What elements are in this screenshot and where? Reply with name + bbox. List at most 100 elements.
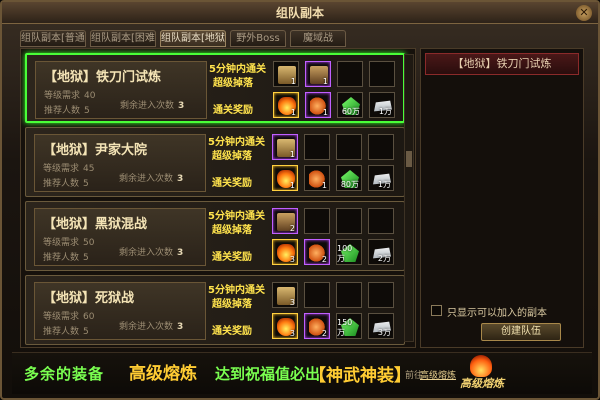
drop-slot-empty [368, 282, 394, 308]
level-label: 等级需求 [43, 164, 80, 174]
rec-label: 推荐人数 [43, 253, 80, 263]
recommended-players: 推荐人数 5 [43, 176, 89, 189]
clear-time-label: 5分钟内通关 [209, 64, 266, 75]
reward-label: 通关奖励 [213, 105, 253, 116]
reward-slot[interactable]: 1 [305, 92, 331, 118]
item-qty: 1 [289, 181, 295, 190]
reward-slot[interactable]: 3 [272, 239, 298, 265]
drop-slot[interactable]: 3 [272, 282, 298, 308]
item-qty: 60万 [341, 107, 360, 116]
tab-hell[interactable]: 组队副本[地狱] [160, 30, 226, 47]
item-qty: 2 [321, 329, 327, 338]
clear-time-label: 5分钟内通关 [208, 137, 265, 148]
drop-slot-empty [304, 134, 330, 160]
super-drop-label: 超级掉落 [212, 151, 252, 162]
tab-demon-war[interactable]: 魔域战 [290, 30, 346, 47]
item-qty: 2 [321, 255, 327, 264]
dungeon-row[interactable]: 【地狱】黑狱混战 等级需求 50 推荐人数 5 剩余进入次数 3 5分钟内通关 超级掉… [25, 201, 405, 271]
dungeon-name: 【地狱】尹家大院 [43, 143, 148, 158]
smelting-link[interactable]: 高级熔炼 [420, 368, 456, 381]
item-qty: 1万 [378, 107, 392, 116]
drop-slot[interactable]: 1 [305, 61, 331, 87]
level-value: 50 [83, 238, 95, 248]
reward-slot[interactable]: 1万 [369, 92, 395, 118]
remaining-entries: 剩余进入次数 3 [119, 245, 183, 258]
level-requirement: 等级需求 45 [43, 161, 94, 174]
remaining-entries: 剩余进入次数 3 [120, 98, 184, 111]
scrollbar-thumb[interactable] [406, 151, 412, 167]
dungeon-info: 【地狱】死狱战 等级需求 60 推荐人数 5 剩余进入次数 3 [34, 282, 206, 340]
tab-hard[interactable]: 组队副本[困难] [90, 30, 156, 47]
recommended-players: 推荐人数 5 [44, 103, 90, 116]
level-label: 等级需求 [43, 238, 80, 248]
level-requirement: 等级需求 50 [43, 235, 94, 248]
reward-slot[interactable]: 1 [272, 165, 298, 191]
banner-highlight-1: 高级熔炼 [129, 364, 197, 384]
reward-slot[interactable]: 100万 [336, 239, 362, 265]
reward-slot[interactable]: 3 [272, 313, 298, 339]
banner-highlight-2: 【神武神装】 [309, 366, 411, 386]
item-qty: 3 [289, 329, 295, 338]
remain-label: 剩余进入次数 [119, 174, 174, 184]
list-scrollbar[interactable] [404, 54, 414, 342]
level-value: 60 [83, 312, 95, 322]
dungeon-list: 【地狱】铁刀门试炼 等级需求 40 推荐人数 5 剩余进入次数 3 5分钟内通关 超级… [20, 48, 416, 348]
remaining-entries: 剩余进入次数 3 [119, 319, 183, 332]
tab-normal[interactable]: 组队副本[普通] [20, 30, 86, 47]
rec-value: 5 [83, 327, 89, 337]
rec-label: 推荐人数 [43, 327, 80, 337]
dungeon-name: 【地狱】死狱战 [43, 291, 135, 306]
item-qty: 1万 [377, 180, 391, 189]
rec-label: 推荐人数 [44, 106, 81, 116]
drop-slot-empty [336, 134, 362, 160]
flame-logo-icon [470, 355, 492, 377]
reward-slot[interactable]: 80万 [336, 165, 362, 191]
drop-slot-empty [368, 134, 394, 160]
team-panel: 【地狱】铁刀门试炼 只显示可以加入的副本 创建队伍 [420, 48, 584, 348]
reward-label: 通关奖励 [212, 252, 252, 263]
dungeon-name: 【地狱】铁刀门试炼 [44, 70, 162, 85]
rec-value: 5 [84, 106, 90, 116]
reward-slot[interactable]: 150万 [336, 313, 362, 339]
reward-slot[interactable]: 1 [304, 165, 330, 191]
drop-slot[interactable]: 1 [272, 134, 298, 160]
drop-slot[interactable]: 2 [272, 208, 298, 234]
dungeon-info: 【地狱】黑狱混战 等级需求 50 推荐人数 5 剩余进入次数 3 [34, 208, 206, 266]
item-qty: 150万 [337, 318, 353, 337]
remain-value: 3 [178, 101, 185, 111]
reward-slot[interactable]: 1 [273, 92, 299, 118]
super-drop-label: 超级掉落 [212, 225, 252, 236]
reward-slot[interactable]: 2 [304, 239, 330, 265]
create-team-button[interactable]: 创建队伍 [481, 323, 561, 341]
dungeon-row[interactable]: 【地狱】死狱战 等级需求 60 推荐人数 5 剩余进入次数 3 5分钟内通关 超级掉落… [25, 275, 405, 345]
remain-label: 剩余进入次数 [119, 248, 174, 258]
dungeon-row[interactable]: 【地狱】尹家大院 等级需求 45 推荐人数 5 剩余进入次数 3 5分钟内通关 超级掉… [25, 127, 405, 197]
item-qty: 1 [290, 108, 296, 117]
dungeon-row[interactable]: 【地狱】铁刀门试炼 等级需求 40 推荐人数 5 剩余进入次数 3 5分钟内通关 超级… [25, 53, 405, 123]
level-requirement: 等级需求 40 [44, 88, 95, 101]
title-bar: 组队副本 ✕ [2, 2, 598, 24]
super-drop-label: 超级掉落 [212, 299, 252, 310]
reward-slot[interactable]: 1万 [368, 165, 394, 191]
logo-text: 高级熔炼 [460, 377, 504, 390]
remain-value: 3 [177, 322, 184, 332]
item-qty: 1 [290, 77, 296, 86]
close-icon[interactable]: ✕ [576, 5, 592, 21]
reward-slot[interactable]: 2 [304, 313, 330, 339]
tab-field-boss[interactable]: 野外Boss [230, 30, 286, 47]
remaining-entries: 剩余进入次数 3 [119, 171, 183, 184]
item-qty: 1 [289, 150, 295, 159]
drop-slot-empty [369, 61, 395, 87]
rec-value: 5 [83, 179, 89, 189]
reward-slot[interactable]: 2万 [368, 239, 394, 265]
joinable-only-checkbox[interactable] [431, 305, 442, 316]
level-value: 40 [84, 91, 96, 101]
smelting-logo[interactable]: 高级熔炼 [452, 355, 512, 393]
dungeon-info: 【地狱】铁刀门试炼 等级需求 40 推荐人数 5 剩余进入次数 3 [35, 61, 207, 119]
item-qty: 3 [289, 255, 295, 264]
banner-text-2: 达到祝福值必出 [215, 365, 321, 383]
drop-slot-empty [304, 282, 330, 308]
reward-slot[interactable]: 3万 [368, 313, 394, 339]
reward-slot[interactable]: 60万 [337, 92, 363, 118]
drop-slot[interactable]: 1 [273, 61, 299, 87]
